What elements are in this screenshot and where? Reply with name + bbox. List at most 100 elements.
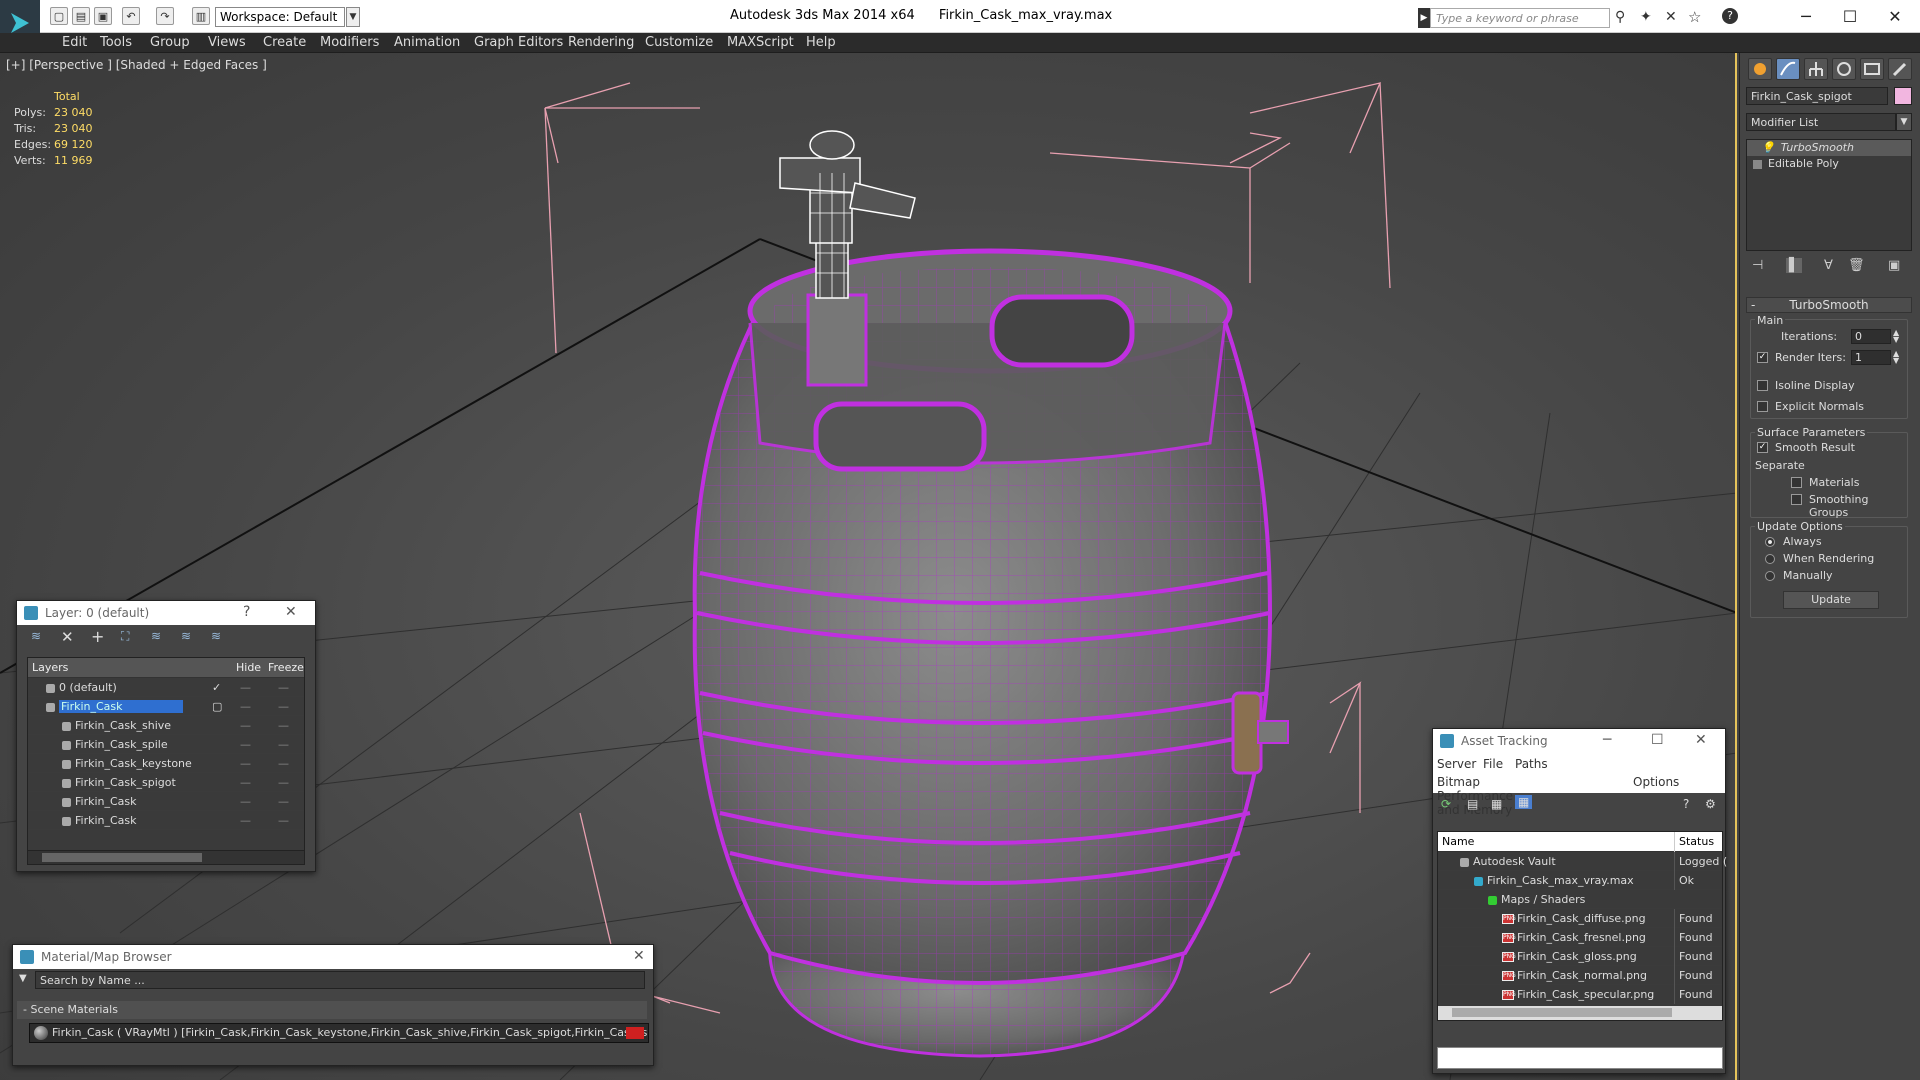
material-search-input[interactable]: Search by Name ... — [35, 971, 645, 989]
render-iters-checkbox[interactable]: ✓ — [1757, 352, 1768, 363]
scrollbar-thumb[interactable] — [42, 853, 202, 862]
workspace-select[interactable]: Workspace: Default — [215, 7, 345, 27]
asset-minimize-button[interactable]: ─ — [1603, 732, 1611, 748]
asset-close-button[interactable]: ✕ — [1695, 732, 1707, 748]
object-color-swatch[interactable] — [1894, 87, 1912, 105]
minimize-button[interactable]: ─ — [1791, 6, 1821, 26]
asset-list-scrollbar[interactable] — [1438, 1006, 1722, 1020]
binoculars-icon[interactable]: ⚲ — [1615, 9, 1625, 25]
asset-row[interactable]: PNGFirkin_Cask_fresnel.png Found — [1438, 928, 1722, 947]
refresh-icon[interactable]: ⟳ — [1441, 797, 1451, 811]
stack-item-editable-poly[interactable]: Editable Poly — [1747, 156, 1911, 172]
hide-toggle-icon[interactable]: — — [240, 811, 251, 830]
asset-menu-paths[interactable]: Paths — [1515, 757, 1548, 771]
new-file-icon[interactable]: ▢ — [50, 7, 68, 25]
hide-toggle-icon[interactable]: — — [240, 678, 251, 697]
create-tab-icon[interactable] — [1748, 58, 1772, 80]
hide-toggle-icon[interactable]: — — [240, 735, 251, 754]
freeze-toggle-icon[interactable]: — — [278, 792, 289, 811]
asset-row[interactable]: Maps / Shaders — [1438, 890, 1722, 909]
search-expand-icon[interactable]: ▶ — [1418, 8, 1430, 28]
menu-animation[interactable]: Animation — [394, 35, 460, 50]
separate-materials-checkbox[interactable] — [1791, 477, 1802, 488]
freeze-column-header[interactable]: Freeze — [268, 658, 304, 678]
freeze-toggle-icon[interactable]: — — [278, 697, 289, 716]
freeze-toggle-icon[interactable]: — — [278, 735, 289, 754]
set-current-layer-icon[interactable]: ▢ — [212, 697, 222, 716]
highlight-layer-icon[interactable]: ≋ — [151, 629, 161, 643]
stack-item-turbosmooth[interactable]: 💡 TurboSmooth — [1747, 140, 1911, 156]
scrollbar-thumb[interactable] — [1452, 1008, 1672, 1017]
hierarchy-tab-icon[interactable] — [1804, 58, 1828, 80]
subscription-icon[interactable]: ✦ — [1640, 9, 1652, 25]
motion-tab-icon[interactable] — [1832, 58, 1856, 80]
name-column-header[interactable]: Name — [1442, 832, 1474, 852]
smooth-result-checkbox[interactable]: ✓ — [1757, 442, 1768, 453]
layer-row[interactable]: Firkin_Cask_shive — — — [28, 716, 304, 735]
make-unique-icon[interactable]: ∀ — [1824, 258, 1833, 273]
freeze-toggle-icon[interactable]: — — [278, 678, 289, 697]
layer-row[interactable]: Firkin_Cask_keystone — — — [28, 754, 304, 773]
hide-toggle-icon[interactable]: — — [240, 754, 251, 773]
freeze-toggle-icon[interactable]: — — [278, 811, 289, 830]
asset-row[interactable]: Firkin_Cask_max_vray.max Ok — [1438, 871, 1722, 890]
freeze-toggle-icon[interactable]: — — [278, 773, 289, 792]
maximize-button[interactable]: ☐ — [1835, 6, 1865, 26]
menu-tools[interactable]: Tools — [100, 35, 132, 50]
modify-tab-icon[interactable] — [1776, 58, 1800, 80]
status-column-header[interactable]: Status — [1674, 832, 1714, 852]
communication-icon[interactable]: ✕ — [1665, 9, 1677, 25]
layer-row[interactable]: Firkin_Cask — — ▢ — [28, 697, 304, 716]
table-view-icon[interactable]: ▦ — [1491, 797, 1502, 811]
create-layer-icon[interactable]: ≋ — [31, 629, 41, 643]
asset-maximize-button[interactable]: ☐ — [1651, 732, 1664, 748]
project-folder-icon[interactable]: ▥ — [192, 7, 210, 25]
redo-icon[interactable]: ↷ — [156, 7, 174, 25]
layer-panel-titlebar[interactable]: Layer: 0 (default) ? ✕ — [17, 601, 315, 625]
asset-row[interactable]: PNGFirkin_Cask_specular.png Found — [1438, 985, 1722, 1004]
configure-modifier-sets-icon[interactable]: ▣ — [1888, 258, 1900, 273]
when-rendering-radio[interactable] — [1765, 554, 1775, 564]
save-file-icon[interactable]: ▣ — [94, 7, 112, 25]
favorites-star-icon[interactable]: ☆ — [1688, 8, 1701, 26]
options-dropdown-icon[interactable]: ▼ — [19, 973, 27, 984]
separate-smoothing-groups-checkbox[interactable] — [1791, 494, 1802, 505]
help-icon[interactable]: ? — [1722, 8, 1738, 24]
menu-maxscript[interactable]: MAXScript — [727, 35, 794, 50]
object-name-field[interactable]: Firkin_Cask_spigot — [1746, 87, 1888, 105]
hide-column-header[interactable]: Hide — [236, 658, 261, 678]
isoline-display-checkbox[interactable] — [1757, 380, 1768, 391]
update-button[interactable]: Update — [1783, 591, 1879, 609]
modifier-list-arrow-icon[interactable]: ▼ — [1896, 113, 1912, 131]
display-tab-icon[interactable] — [1860, 58, 1884, 80]
menu-modifiers[interactable]: Modifiers — [320, 35, 379, 50]
asset-row[interactable]: PNGFirkin_Cask_diffuse.png Found — [1438, 909, 1722, 928]
menu-graph-editors[interactable]: Graph Editors — [474, 35, 563, 50]
open-file-icon[interactable]: ▤ — [72, 7, 90, 25]
layer-row[interactable]: 0 (default) — — ✓ — [28, 678, 304, 697]
asset-row[interactable]: PNGFirkin_Cask_gloss.png Found — [1438, 947, 1722, 966]
material-browser-titlebar[interactable]: Material/Map Browser ✕ — [13, 945, 653, 969]
menu-edit[interactable]: Edit — [62, 35, 87, 50]
hide-toggle-icon[interactable]: — — [240, 792, 251, 811]
render-iters-spinner[interactable]: 1 — [1851, 350, 1891, 365]
expand-plus-icon[interactable] — [1753, 159, 1762, 169]
iterations-spinner[interactable]: 0 — [1851, 329, 1891, 344]
asset-row[interactable]: PNGFirkin_Cask_normal.png Found — [1438, 966, 1722, 985]
layer-list-scrollbar[interactable] — [28, 850, 304, 864]
undo-icon[interactable]: ↶ — [122, 7, 140, 25]
layer-row[interactable]: Firkin_Cask_spile — — — [28, 735, 304, 754]
iterations-spinner-arrows-icon[interactable]: ▲ ▼ — [1893, 329, 1899, 344]
menu-rendering[interactable]: Rendering — [568, 35, 634, 50]
layer-row[interactable]: Firkin_Cask — — — [28, 811, 304, 830]
delete-layer-icon[interactable]: ✕ — [61, 628, 74, 646]
asset-tracking-titlebar[interactable]: Asset Tracking ─ ☐ ✕ — [1433, 729, 1725, 755]
asset-menu-options[interactable]: Options — [1633, 775, 1679, 789]
close-window-button[interactable]: ✕ — [1880, 6, 1910, 26]
lightbulb-icon[interactable]: 💡 — [1761, 141, 1775, 154]
hide-toggle-icon[interactable]: — — [240, 773, 251, 792]
scene-materials-group[interactable]: - Scene Materials — [17, 1001, 647, 1019]
hide-toggle-icon[interactable]: — — [240, 697, 251, 716]
close-material-browser-button[interactable]: ✕ — [633, 948, 645, 964]
collapse-minus-icon[interactable]: - — [1751, 298, 1755, 312]
